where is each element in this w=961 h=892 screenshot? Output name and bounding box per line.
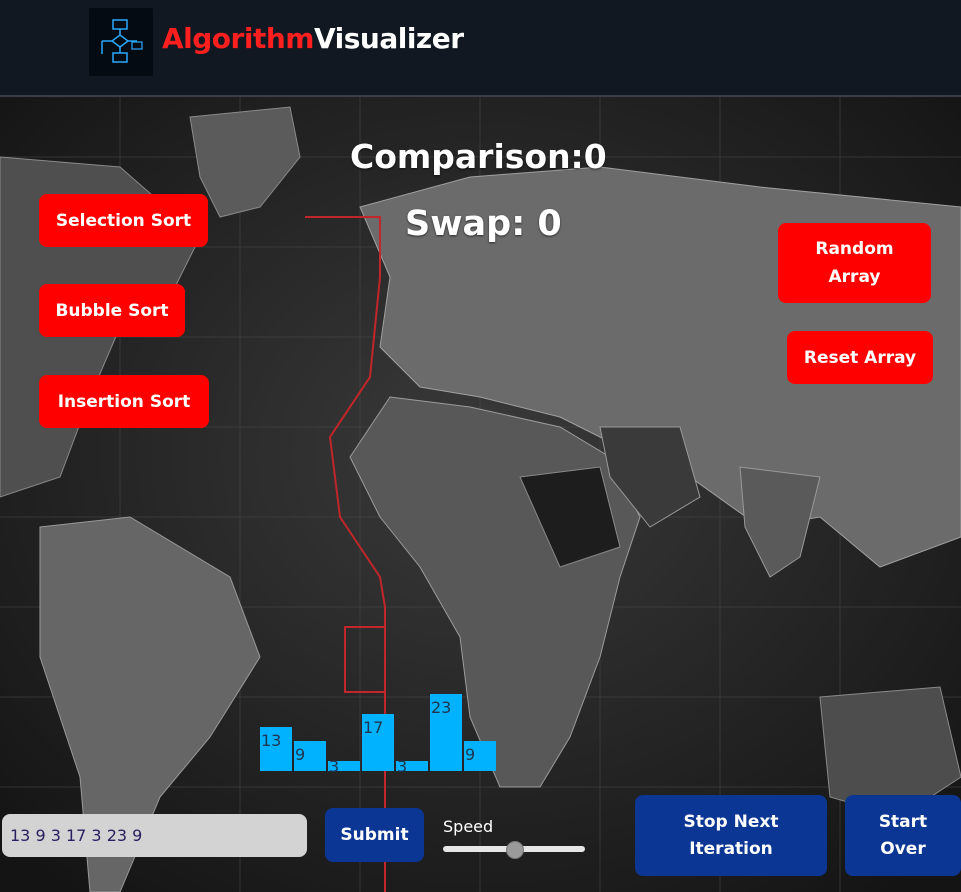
array-bar-label: 13: [261, 731, 282, 750]
array-bar: 3: [328, 757, 360, 776]
speed-label: Speed: [443, 817, 494, 836]
swap-counter: Swap: 0: [405, 204, 562, 244]
bubble-sort-button[interactable]: Bubble Sort: [39, 284, 185, 337]
array-bar-label: 3: [329, 757, 340, 776]
brand-title[interactable]: AlgorithmVisualizer: [162, 22, 464, 55]
array-bar-label: 3: [397, 757, 408, 776]
array-bar-label: 23: [431, 698, 452, 717]
selection-sort-button[interactable]: Selection Sort: [39, 194, 208, 247]
comparison-counter: Comparison:0: [350, 137, 607, 176]
stop-next-iteration-button[interactable]: Stop Next Iteration: [635, 795, 827, 876]
submit-button[interactable]: Submit: [325, 808, 424, 862]
array-bar: 13: [260, 727, 292, 771]
array-bar: 9: [294, 741, 326, 771]
brand-part-visualizer: Visualizer: [313, 22, 464, 55]
reset-array-button[interactable]: Reset Array: [787, 331, 933, 384]
start-over-button[interactable]: Start Over: [845, 795, 961, 876]
brand-part-algorithm: Algorithm: [162, 22, 314, 55]
array-input-field[interactable]: [2, 814, 307, 857]
array-bar-label: 17: [363, 718, 384, 737]
random-array-button[interactable]: Random Array: [778, 223, 931, 303]
array-bar: 17: [362, 714, 394, 771]
array-bar-label: 9: [295, 745, 306, 764]
array-bar: 9: [464, 741, 496, 771]
insertion-sort-button[interactable]: Insertion Sort: [39, 375, 209, 428]
top-navbar: AlgorithmVisualizer: [0, 0, 961, 97]
speed-slider-thumb[interactable]: [506, 841, 524, 859]
flowchart-icon[interactable]: [89, 8, 153, 76]
array-bar-label: 9: [465, 745, 476, 764]
array-bar: 23: [430, 694, 462, 771]
array-bar: 3: [396, 757, 428, 776]
